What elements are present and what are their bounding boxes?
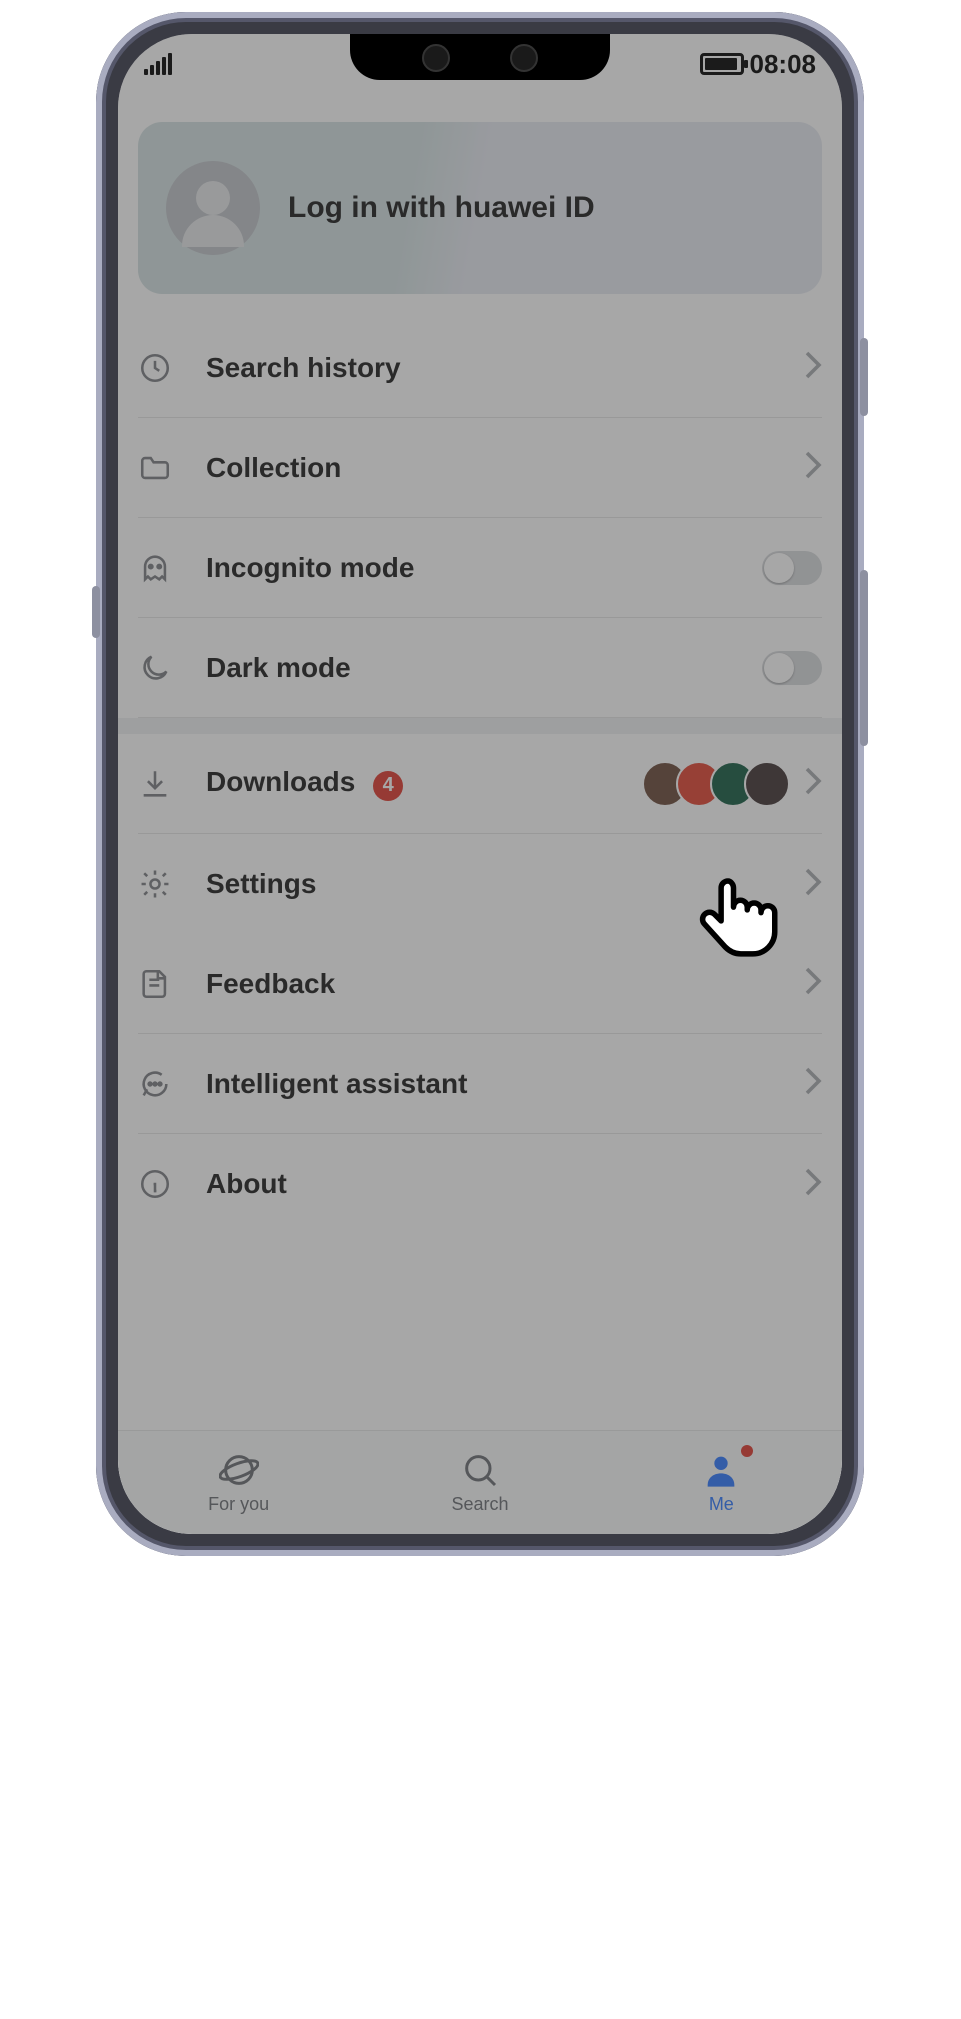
pointer-hand-icon: [694, 870, 784, 980]
menu-item-assistant[interactable]: Intelligent assistant: [138, 1034, 822, 1134]
menu-list: Search history Collection: [118, 318, 842, 1234]
feedback-icon: [138, 967, 198, 1001]
downloads-preview: [642, 761, 790, 807]
app-icons-stack: [642, 761, 790, 807]
bottom-nav: For you Search Me: [118, 1430, 842, 1534]
chevron-right-icon: [804, 1167, 822, 1202]
incognito-toggle[interactable]: [762, 551, 822, 585]
tab-label: Me: [709, 1494, 734, 1515]
section-divider: [118, 718, 842, 734]
battery-icon: [700, 53, 744, 75]
planet-icon: [219, 1450, 259, 1490]
notch: [350, 34, 610, 80]
menu-item-collection[interactable]: Collection: [138, 418, 822, 518]
menu-item-search-history[interactable]: Search history: [138, 318, 822, 418]
folder-icon: [138, 451, 198, 485]
chevron-right-icon: [804, 1066, 822, 1101]
chevron-right-icon: [804, 966, 822, 1001]
menu-item-downloads[interactable]: Downloads 4: [138, 734, 822, 834]
chevron-right-icon: [804, 766, 822, 801]
side-key[interactable]: [92, 586, 100, 638]
ghost-icon: [138, 551, 198, 585]
chevron-right-icon: [804, 350, 822, 385]
menu-item-about[interactable]: About: [138, 1134, 822, 1234]
app-icon: [744, 761, 790, 807]
clock-icon: [138, 351, 198, 385]
login-card[interactable]: Log in with huawei ID: [138, 122, 822, 294]
menu-label: Search history: [198, 352, 804, 384]
download-icon: [138, 767, 198, 801]
tab-search[interactable]: Search: [359, 1431, 600, 1534]
menu-label: Intelligent assistant: [198, 1068, 804, 1100]
downloads-badge: 4: [373, 771, 403, 801]
menu-item-incognito[interactable]: Incognito mode: [138, 518, 822, 618]
status-time: 08:08: [750, 49, 817, 80]
menu-label: Collection: [198, 452, 804, 484]
tab-label: For you: [208, 1494, 269, 1515]
menu-label: About: [198, 1168, 804, 1200]
login-label: Log in with huawei ID: [288, 191, 595, 225]
tab-me[interactable]: Me: [601, 1431, 842, 1534]
signal-icon: [144, 53, 172, 75]
chevron-right-icon: [804, 867, 822, 902]
screen: 08:08 Log in with huawei ID Search histo…: [118, 34, 842, 1534]
downloads-label: Downloads: [206, 766, 355, 797]
menu-label: Dark mode: [198, 652, 762, 684]
search-icon: [460, 1450, 500, 1490]
volume-button[interactable]: [860, 570, 868, 746]
notification-dot: [741, 1445, 753, 1457]
menu-item-dark-mode[interactable]: Dark mode: [138, 618, 822, 718]
info-icon: [138, 1167, 198, 1201]
dark-mode-toggle[interactable]: [762, 651, 822, 685]
menu-label: Downloads 4: [198, 766, 642, 801]
phone-frame: 08:08 Log in with huawei ID Search histo…: [96, 12, 864, 1556]
avatar-icon: [166, 161, 260, 255]
tab-for-you[interactable]: For you: [118, 1431, 359, 1534]
person-icon: [701, 1450, 741, 1490]
chat-icon: [138, 1067, 198, 1101]
moon-icon: [138, 651, 198, 685]
chevron-right-icon: [804, 450, 822, 485]
menu-label: Incognito mode: [198, 552, 762, 584]
power-button[interactable]: [860, 338, 868, 416]
tab-label: Search: [451, 1494, 508, 1515]
gear-icon: [138, 867, 198, 901]
settings-page: Log in with huawei ID Search history: [118, 96, 842, 1430]
